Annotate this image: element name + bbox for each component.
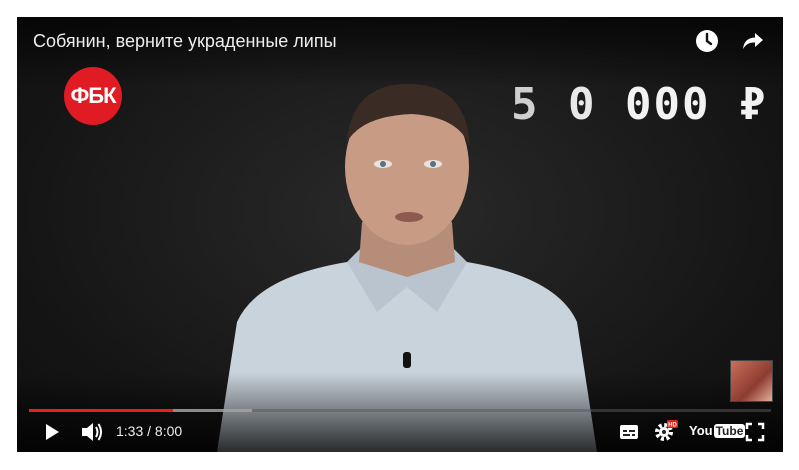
youtube-logo[interactable]: You Tube bbox=[689, 423, 746, 438]
fbk-logo: ФБК bbox=[64, 67, 122, 125]
play-icon[interactable] bbox=[42, 422, 62, 442]
youtube-logo-you: You bbox=[689, 423, 713, 438]
video-player[interactable]: Собянин, верните украденные липы ФБК 5 0… bbox=[17, 17, 783, 452]
clock-icon[interactable] bbox=[695, 29, 719, 53]
progress-fill bbox=[29, 409, 173, 412]
top-gradient bbox=[17, 17, 783, 87]
top-actions bbox=[695, 29, 765, 53]
time-display: 1:33 / 8:00 bbox=[116, 423, 183, 439]
overlay-amount: 5 0 000 ₽ bbox=[511, 79, 767, 130]
fullscreen-icon[interactable] bbox=[745, 422, 765, 442]
hd-badge: HD bbox=[668, 423, 677, 429]
progress-bar[interactable] bbox=[29, 409, 771, 412]
amount-digit-2: 0 bbox=[568, 79, 597, 130]
amount-rest: 000 ₽ bbox=[625, 79, 768, 130]
share-icon[interactable] bbox=[741, 29, 765, 53]
amount-digit-1: 5 bbox=[511, 79, 540, 130]
youtube-logo-tube: Tube bbox=[713, 423, 746, 438]
end-screen-thumbnail[interactable] bbox=[730, 360, 773, 402]
subtitles-icon[interactable] bbox=[619, 424, 639, 440]
volume-icon[interactable] bbox=[80, 421, 104, 443]
video-title[interactable]: Собянин, верните украденные липы bbox=[33, 31, 337, 52]
gear-icon[interactable]: HD bbox=[654, 420, 678, 442]
